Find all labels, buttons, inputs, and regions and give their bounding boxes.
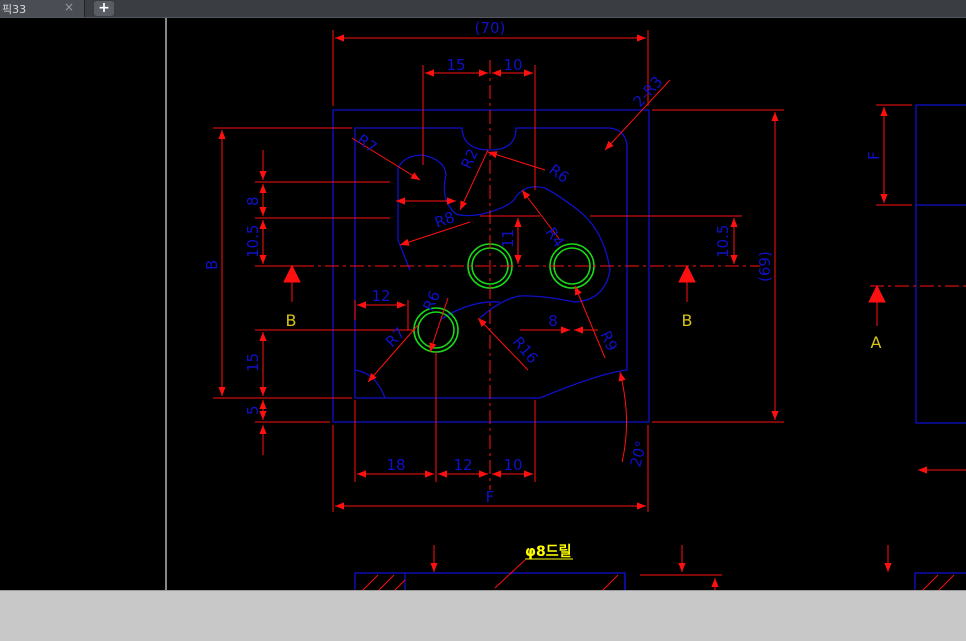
- drill-note: φ8드릴: [525, 544, 571, 560]
- part-outline: [354, 127, 628, 399]
- corner-arc: [354, 369, 386, 399]
- dim-r6-lower: R6: [419, 288, 444, 314]
- status-bar: [0, 590, 966, 641]
- dimension-texts: (70) 15 10 2-R3 R7 R2 R6 R8 R4 8 10.5 B …: [203, 19, 883, 506]
- dim-bottom-10: 10: [503, 456, 522, 474]
- close-icon[interactable]: ×: [64, 0, 74, 14]
- dim-5-left: 5: [244, 405, 262, 415]
- drawing-viewport[interactable]: (70) 15 10 2-R3 R7 R2 R6 R8 R4 8 10.5 B …: [0, 18, 966, 594]
- dim-r2: R2: [457, 146, 482, 172]
- dim-10-5-left: 10.5: [244, 225, 262, 258]
- dim-8-mid: 8: [548, 312, 558, 330]
- dim-chamfer: 2-R3: [630, 73, 667, 111]
- section-labels: B B A: [286, 311, 882, 352]
- center-lines: [300, 60, 966, 490]
- dim-top-15: 15: [446, 56, 465, 74]
- dim-11: 11: [499, 229, 517, 248]
- dim-8-left: 8: [244, 196, 262, 206]
- dim-r7-lower: R7: [382, 324, 409, 351]
- dim-r4: R4: [542, 224, 568, 251]
- hole-lower-left: [413, 307, 459, 353]
- dim-15-left: 15: [244, 353, 262, 372]
- section-label-b-left: B: [286, 311, 297, 330]
- new-tab-button[interactable]: +: [94, 1, 114, 16]
- tab-bar: 픽33 × +: [0, 0, 966, 18]
- dim-side-f: F: [865, 151, 883, 160]
- section-hatch: [359, 574, 955, 594]
- dim-r16: R16: [509, 333, 542, 367]
- dim-overall-width: (70): [475, 19, 506, 37]
- section-view: [354, 572, 626, 594]
- dim-12: 12: [371, 287, 390, 305]
- section-label-b-right: B: [682, 311, 693, 330]
- dimension-lines: [213, 30, 966, 590]
- drawing-tab[interactable]: 픽33 ×: [0, 0, 85, 17]
- dim-r9: R9: [596, 328, 621, 354]
- cad-canvas[interactable]: (70) 15 10 2-R3 R7 R2 R6 R8 R4 8 10.5 B …: [0, 18, 966, 594]
- dim-angle-20: 20°: [626, 439, 650, 469]
- section-label-a: A: [871, 333, 882, 352]
- side-view: [915, 104, 966, 424]
- dim-top-10: 10: [503, 56, 522, 74]
- dim-bottom-18: 18: [386, 456, 405, 474]
- dim-10-5-right: 10.5: [714, 225, 732, 258]
- drawing-tab-label: 픽33: [2, 3, 27, 16]
- dim-r6: R6: [546, 161, 573, 187]
- dim-overall-height: (69): [756, 251, 774, 282]
- dim-bottom-12: 12: [453, 456, 472, 474]
- dim-b-left: B: [203, 260, 221, 270]
- dim-bottom-f: F: [486, 488, 495, 506]
- inner-left-edge: [397, 168, 411, 271]
